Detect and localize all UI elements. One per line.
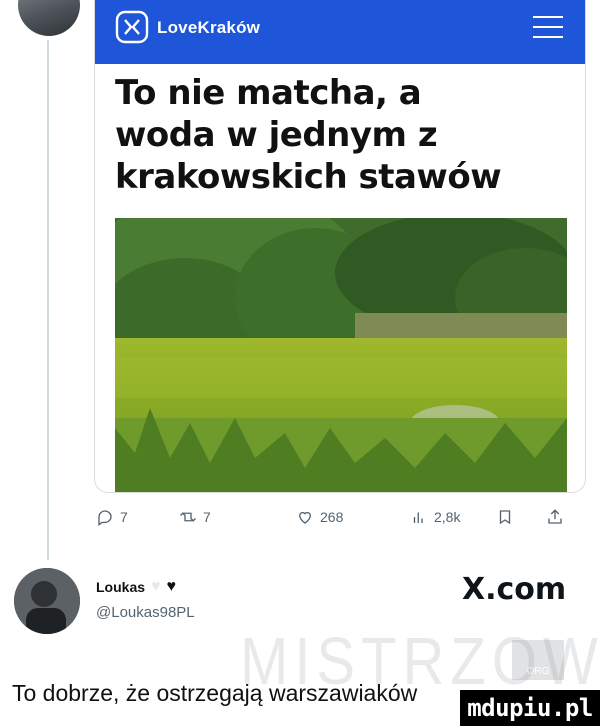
article-headline: To nie matcha, a woda w jednym z krakows… <box>115 72 555 198</box>
retweet-icon <box>180 512 196 522</box>
article-card[interactable]: LoveKraków To nie matcha, a woda w jedny… <box>94 0 586 493</box>
analytics-icon <box>413 512 423 523</box>
watermark-badge: ORG <box>512 640 564 680</box>
author-avatar[interactable] <box>14 568 80 634</box>
brand-name: LoveKraków <box>157 18 261 37</box>
footer-badge: mdupiu.pl <box>460 690 600 726</box>
headline-line: woda w jednym z <box>115 115 438 155</box>
action-bar: 7 7 268 2,8k <box>96 508 566 534</box>
top-avatar[interactable] <box>18 0 80 36</box>
like-button[interactable]: 268 <box>296 508 343 526</box>
views-count: 2,8k <box>434 509 461 525</box>
headline-line: krakowskich stawów <box>115 157 502 197</box>
reply-icon <box>98 510 112 526</box>
author-handle[interactable]: @Loukas98PL <box>96 604 195 621</box>
share-button[interactable] <box>546 508 564 526</box>
black-heart-icon: ♥ <box>166 578 177 595</box>
heart-icon <box>299 511 311 524</box>
pond-photo <box>115 218 567 492</box>
reply-count: 7 <box>120 509 128 525</box>
reply-button[interactable]: 7 <box>96 508 128 526</box>
author-name: Loukas <box>96 579 146 595</box>
headline-line: To nie matcha, a <box>115 73 422 113</box>
bookmark-button[interactable] <box>496 508 514 526</box>
x-com-logo: X.com <box>462 572 567 607</box>
thread-line <box>47 40 49 560</box>
retweet-count: 7 <box>203 509 211 525</box>
views-button[interactable]: 2,8k <box>410 508 460 526</box>
share-icon <box>548 509 562 524</box>
author-name-row[interactable]: Loukas ♥ ♥ <box>96 578 176 596</box>
menu-icon[interactable] <box>533 16 563 38</box>
white-heart-icon: ♥ <box>151 578 161 595</box>
brand-logo-icon <box>115 10 149 44</box>
avatar-photo <box>14 568 80 634</box>
brand-bar: LoveKraków <box>95 0 585 64</box>
like-count: 268 <box>320 509 344 525</box>
retweet-button[interactable]: 7 <box>179 508 211 526</box>
bookmark-icon <box>499 510 511 525</box>
caption-text: To dobrze, że ostrzegają warszawiaków <box>12 680 418 706</box>
